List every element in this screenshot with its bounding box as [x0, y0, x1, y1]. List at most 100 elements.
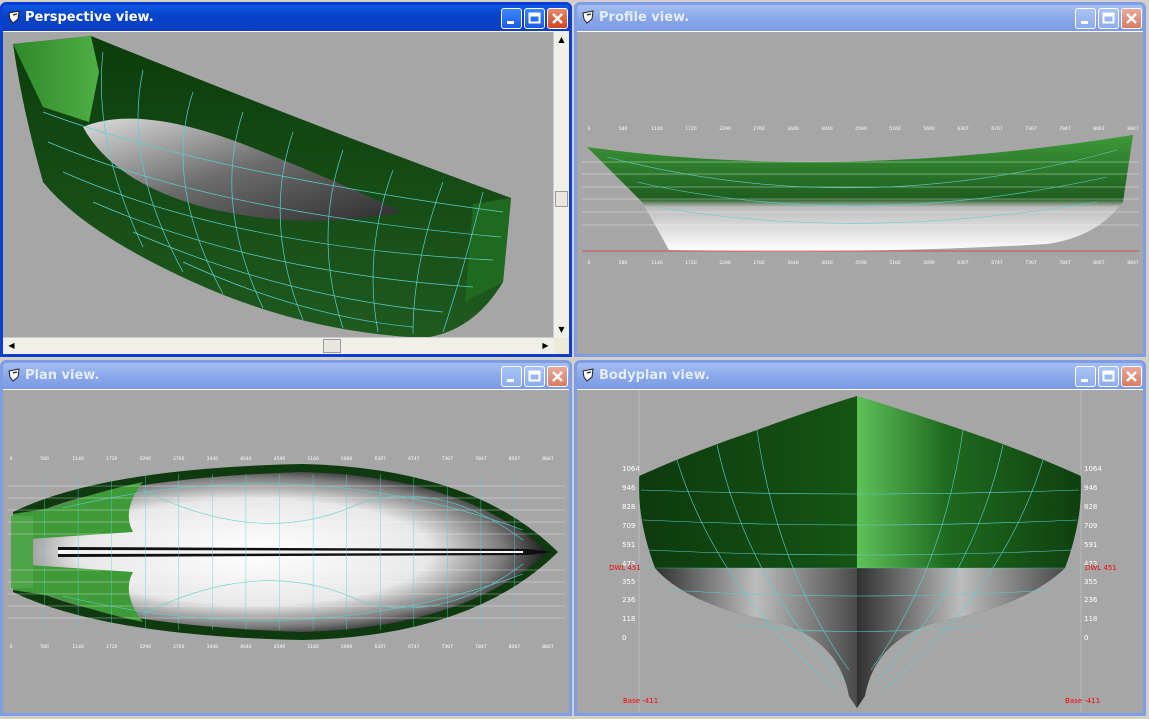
scroll-up-icon[interactable]: ▲ [555, 33, 568, 46]
bodyplan-titlebar[interactable]: Bodyplan view. [577, 363, 1143, 389]
vertical-scrollbar[interactable]: ▲ ▼ [553, 31, 569, 338]
close-button[interactable] [547, 8, 568, 29]
close-button[interactable] [547, 366, 568, 387]
maximize-icon [528, 370, 541, 382]
minimize-icon [1081, 379, 1088, 382]
app-icon[interactable] [7, 10, 21, 24]
station-tick-labels-top: 0 580 1140 1720 2290 2760 3440 4040 4590 5160 5690… [588, 126, 1139, 132]
station-label: 6747 [991, 126, 1003, 132]
app-icon[interactable] [581, 10, 595, 24]
scroll-right-icon[interactable]: ▶ [539, 339, 552, 352]
horizontal-scrollbar[interactable]: ◀ ▶ [3, 337, 554, 354]
station-label: 0 [588, 260, 591, 266]
station-tick-labels-top: 0 580 1140 1720 2290 2760 3440 4040 4590 5160 5690… [10, 456, 554, 462]
window-title: Plan view. [25, 368, 100, 383]
app-icon[interactable] [7, 368, 21, 382]
station-label: 7847 [1059, 126, 1071, 132]
base-label-right: Base -411 [1065, 697, 1100, 705]
app-icon[interactable] [581, 368, 595, 382]
maximize-button[interactable] [1098, 8, 1119, 29]
height-label: 946 [622, 484, 636, 492]
station-label: 2290 [719, 260, 731, 266]
station-label: 8847 [542, 644, 554, 650]
station-label: 6747 [408, 456, 420, 462]
station-label: 7307 [1025, 126, 1037, 132]
profile-hull-render[interactable]: 0 580 1140 1720 2290 2760 3440 4040 4590 5160 5690… [577, 32, 1143, 355]
close-button[interactable] [1121, 366, 1142, 387]
height-label: 1064 [1084, 465, 1102, 473]
station-tick-labels-bottom: 0 580 1140 1720 2290 2760 3440 4040 4590 5160 5690… [588, 260, 1139, 266]
minimize-button[interactable] [501, 366, 522, 387]
perspective-window[interactable]: Perspective view. ▲ ▼ ◀ ▶ [0, 2, 572, 357]
station-label: 580 [619, 126, 628, 132]
perspective-viewport[interactable] [3, 31, 554, 338]
height-label: 0 [622, 634, 626, 642]
station-label: 1720 [685, 126, 697, 132]
profile-window[interactable]: Profile view. 0 580 1140 1720 2290 2760 3440 40… [574, 2, 1146, 357]
maximize-button[interactable] [1098, 366, 1119, 387]
minimize-button[interactable] [1075, 8, 1096, 29]
station-label: 5690 [341, 456, 353, 462]
plan-window[interactable]: Plan view. 0 580 1140 1720 2290 2760 344… [0, 360, 572, 716]
station-label: 1140 [651, 126, 663, 132]
scroll-left-icon[interactable]: ◀ [5, 339, 18, 352]
bodyplan-hull-render[interactable]: 1064 946 828 709 591 473 355 236 118 0 1… [577, 390, 1143, 714]
height-label: 828 [622, 503, 635, 511]
height-label: 946 [1084, 484, 1098, 492]
station-label: 1720 [685, 260, 697, 266]
station-label: 5690 [923, 260, 935, 266]
station-label: 580 [40, 644, 49, 650]
dwl-label-right: DWL 451 [1085, 564, 1117, 572]
station-label: 4590 [274, 644, 286, 650]
height-label: 709 [1084, 522, 1097, 530]
station-label: 2760 [753, 260, 765, 266]
scroll-thumb[interactable] [555, 191, 568, 207]
station-label: 0 [588, 126, 591, 132]
station-label: 7847 [475, 456, 487, 462]
close-icon [552, 13, 563, 24]
maximize-icon [528, 12, 541, 24]
profile-titlebar[interactable]: Profile view. [577, 5, 1143, 31]
window-title: Perspective view. [25, 10, 154, 25]
station-label: 8067 [1093, 126, 1105, 132]
station-label: 6307 [374, 456, 386, 462]
height-label: 1064 [622, 465, 640, 473]
station-label: 6747 [991, 260, 1003, 266]
station-label: 8847 [542, 456, 554, 462]
station-label: 2290 [140, 456, 152, 462]
bodyplan-window[interactable]: Bodyplan view. 1064 946 828 709 591 473 … [574, 360, 1146, 716]
minimize-button[interactable] [1075, 366, 1096, 387]
plan-viewport[interactable]: 0 580 1140 1720 2290 2760 3440 4040 4590 5160 5690… [3, 389, 569, 713]
station-label: 1720 [106, 456, 118, 462]
station-label: 8067 [509, 456, 521, 462]
scroll-down-icon[interactable]: ▼ [555, 323, 568, 336]
station-label: 580 [40, 456, 49, 462]
profile-viewport[interactable]: 0 580 1140 1720 2290 2760 3440 4040 4590 5160 5690… [577, 31, 1143, 354]
minimize-button[interactable] [501, 8, 522, 29]
maximize-button[interactable] [524, 8, 545, 29]
station-label: 8067 [1093, 260, 1105, 266]
close-button[interactable] [1121, 8, 1142, 29]
bodyplan-viewport[interactable]: 1064 946 828 709 591 473 355 236 118 0 1… [577, 389, 1143, 713]
close-icon [1126, 13, 1137, 24]
station-label: 4040 [821, 126, 833, 132]
plan-hull-render[interactable]: 0 580 1140 1720 2290 2760 3440 4040 4590 5160 5690… [3, 390, 569, 714]
plan-titlebar[interactable]: Plan view. [3, 363, 569, 389]
station-label: 4040 [240, 644, 252, 650]
perspective-titlebar[interactable]: Perspective view. [3, 5, 569, 31]
dwl-label-left: DWL 451 [609, 564, 641, 572]
maximize-icon [1102, 12, 1115, 24]
station-label: 5160 [307, 644, 319, 650]
perspective-hull-render[interactable] [3, 32, 555, 342]
height-label: 591 [1084, 541, 1097, 549]
minimize-icon [1081, 21, 1088, 24]
station-label: 6747 [408, 644, 420, 650]
height-label: 118 [1084, 615, 1097, 623]
scroll-thumb[interactable] [323, 339, 341, 353]
station-label: 7307 [1025, 260, 1037, 266]
station-label: 2760 [753, 126, 765, 132]
maximize-button[interactable] [524, 366, 545, 387]
station-label: 5160 [307, 456, 319, 462]
station-label: 6307 [957, 260, 969, 266]
station-label: 4590 [855, 260, 867, 266]
